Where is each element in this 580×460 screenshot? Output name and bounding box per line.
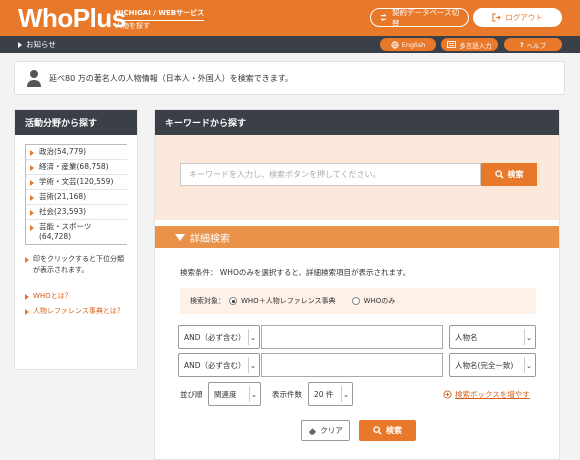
person-icon bbox=[27, 70, 41, 87]
count-value: 20 件 bbox=[314, 389, 334, 399]
target-radio-all[interactable] bbox=[229, 297, 237, 305]
sidebar: 活動分野から探す 政治(54,779) 経済・産業(68,758) 学術・文芸(… bbox=[14, 109, 138, 370]
triangle-down-icon bbox=[175, 233, 185, 241]
keyword-area: キーワードを入力し、検索ボタンを押してください。 検索 bbox=[155, 135, 559, 220]
chevron-down-icon: ⌄ bbox=[524, 357, 533, 373]
globe-icon bbox=[391, 40, 399, 49]
field-select[interactable]: 人物名(完全一致) ⌄ bbox=[449, 353, 536, 377]
help-button[interactable]: ? ヘルプ bbox=[504, 38, 562, 51]
clear-button[interactable]: クリア bbox=[301, 420, 350, 441]
navbar: お知らせ English 多言語入力 ? ヘルプ bbox=[0, 36, 580, 53]
detail-search-label: 検索 bbox=[386, 426, 402, 435]
count-select[interactable]: 20 件 ⌄ bbox=[308, 382, 353, 406]
detail-value-input[interactable] bbox=[261, 325, 443, 349]
keyword-placeholder: キーワードを入力し、検索ボタンを押してください。 bbox=[189, 170, 381, 179]
category-list: 政治(54,779) 経済・産業(68,758) 学術・文芸(120,559) … bbox=[25, 144, 127, 245]
chevron-down-icon: ⌄ bbox=[341, 386, 350, 402]
detail-search-title: 詳細検索 bbox=[190, 233, 230, 245]
chevron-down-icon: ⌄ bbox=[248, 357, 257, 373]
notice-link[interactable]: お知らせ bbox=[18, 39, 56, 50]
detail-search-button[interactable]: 検索 bbox=[359, 420, 416, 441]
sidebar-hint: 印をクリックすると下位分類が表示されます。 bbox=[25, 254, 127, 276]
keyword-search-button[interactable]: 検索 bbox=[481, 163, 537, 186]
detail-value-input[interactable] bbox=[261, 353, 443, 377]
help-label: ヘルプ bbox=[526, 41, 547, 50]
logout-label: ログアウト bbox=[505, 13, 543, 22]
add-search-box-label: 検索ボックスを増やす bbox=[455, 390, 530, 399]
field-value: 人物名 bbox=[455, 332, 478, 342]
add-search-box-link[interactable]: 検索ボックスを増やす bbox=[443, 389, 530, 400]
field-select[interactable]: 人物名 ⌄ bbox=[449, 325, 536, 349]
operator-value: AND（必ず含む） bbox=[184, 360, 246, 370]
logo-subtitle: NICHIGAI / WEBサービス 人物を探す bbox=[115, 8, 205, 32]
operator-select[interactable]: AND（必ず含む） ⌄ bbox=[178, 325, 260, 349]
about-reference-link[interactable]: 人物レファレンス事典とは？ bbox=[25, 306, 127, 317]
keyword-input[interactable]: キーワードを入力し、検索ボタンを押してください。 bbox=[180, 163, 481, 186]
chevron-down-icon: ⌄ bbox=[248, 329, 257, 345]
main-panel: キーワードから探す キーワードを入力し、検索ボタンを押してください。 検索 詳細… bbox=[154, 109, 560, 460]
chevron-down-icon: ⌄ bbox=[524, 329, 533, 345]
clear-label: クリア bbox=[320, 426, 343, 435]
logout-button[interactable]: ログアウト bbox=[473, 8, 562, 27]
condition-text: 検索条件： WHOのみを選択すると、詳細検索項目が表示されます。 bbox=[180, 268, 411, 277]
search-icon bbox=[373, 426, 382, 435]
multilingual-input-label: 多言語入力 bbox=[459, 41, 492, 50]
operator-select[interactable]: AND（必ず含む） ⌄ bbox=[178, 353, 260, 377]
intro-banner: 延べ80 万の著名人の人物情報（日本人・外国人）を検索できます。 bbox=[14, 61, 565, 95]
target-label: 検索対象： bbox=[190, 297, 225, 305]
count-label: 表示件数 bbox=[272, 390, 302, 399]
triangle-right-icon bbox=[18, 41, 22, 48]
switch-database-label: 契約データベース切替 bbox=[392, 7, 460, 28]
sort-label: 並び順 bbox=[180, 390, 203, 399]
search-target-box: 検索対象： WHO＋人物レファレンス事典 WHOのみ bbox=[180, 288, 536, 314]
sidebar-title: 活動分野から探す bbox=[15, 110, 137, 135]
detail-search-toggle[interactable]: 詳細検索 bbox=[155, 226, 559, 248]
logout-icon bbox=[492, 13, 502, 22]
category-item[interactable]: 芸能・スポーツ (64,728) bbox=[26, 220, 127, 244]
sort-select[interactable]: 関連度 ⌄ bbox=[208, 382, 261, 406]
target-option-who: WHOのみ bbox=[363, 297, 396, 305]
english-button[interactable]: English bbox=[380, 38, 436, 51]
logo[interactable]: WhoPlus bbox=[18, 3, 126, 34]
switch-icon bbox=[380, 13, 387, 22]
plus-circle-icon bbox=[443, 390, 452, 399]
keyboard-icon bbox=[447, 41, 457, 48]
eraser-icon bbox=[309, 427, 317, 435]
switch-database-button[interactable]: 契約データベース切替 bbox=[370, 7, 469, 28]
question-icon: ? bbox=[519, 40, 524, 49]
logo-sub-service: NICHIGAI / WEBサービス bbox=[115, 8, 205, 21]
sort-value: 関連度 bbox=[214, 389, 237, 399]
category-item[interactable]: 芸術(21,168) bbox=[26, 190, 127, 205]
keyword-search-label: 検索 bbox=[507, 170, 524, 179]
logo-sub-title: 人物を探す bbox=[115, 22, 150, 30]
multilingual-input-button[interactable]: 多言語入力 bbox=[441, 38, 498, 51]
category-item[interactable]: 学術・文芸(120,559) bbox=[26, 175, 127, 190]
notice-label: お知らせ bbox=[26, 40, 56, 49]
target-radio-who[interactable] bbox=[351, 297, 360, 305]
chevron-down-icon: ⌄ bbox=[249, 386, 258, 402]
target-option-all: WHO＋人物レファレンス事典 bbox=[241, 297, 336, 305]
intro-text: 延べ80 万の著名人の人物情報（日本人・外国人）を検索できます。 bbox=[49, 73, 293, 83]
category-item[interactable]: 経済・産業(68,758) bbox=[26, 160, 127, 175]
header: WhoPlus NICHIGAI / WEBサービス 人物を探す 契約データベー… bbox=[0, 0, 580, 36]
category-item[interactable]: 社会(23,593) bbox=[26, 205, 127, 220]
main-title: キーワードから探す bbox=[155, 110, 559, 135]
operator-value: AND（必ず含む） bbox=[184, 332, 246, 342]
field-value: 人物名(完全一致) bbox=[455, 360, 514, 370]
search-icon bbox=[494, 170, 504, 179]
about-who-link[interactable]: WHOとは？ bbox=[25, 291, 127, 302]
english-label: English bbox=[401, 40, 426, 49]
category-item[interactable]: 政治(54,779) bbox=[26, 145, 127, 160]
